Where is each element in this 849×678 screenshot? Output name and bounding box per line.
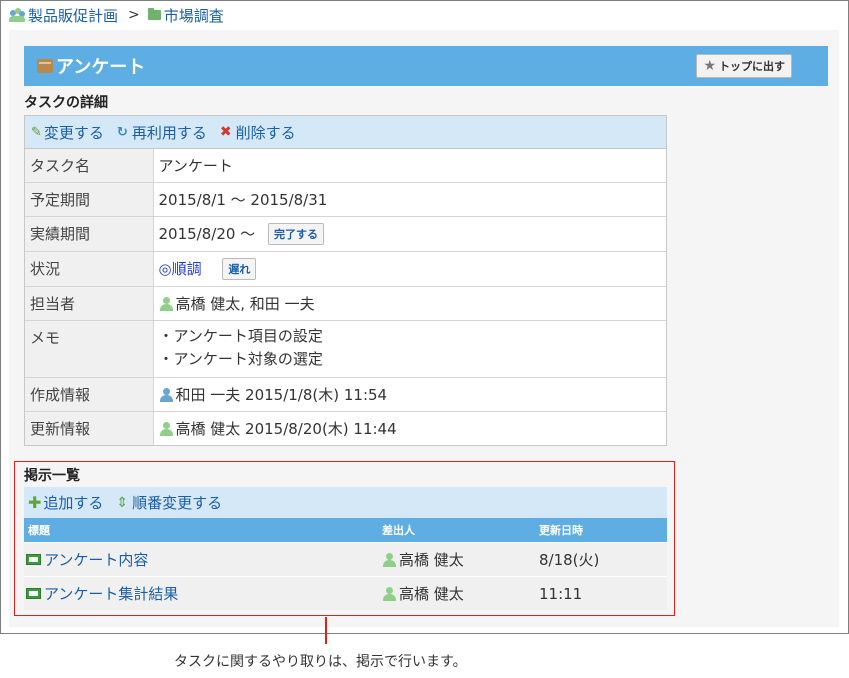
user-icon (159, 388, 173, 402)
memo-label: メモ (25, 320, 154, 378)
status-label: 状況 (25, 251, 154, 287)
task-action-bar: ✎ 変更する ↻ 再利用する ✖ 削除する (25, 116, 666, 149)
user-icon (159, 297, 173, 311)
delete-task-label: 削除する (235, 123, 296, 142)
actual-period-value: 2015/8/20 〜 (158, 225, 256, 243)
topic-updated: 8/18(火) (539, 551, 600, 569)
topic-icon (26, 554, 41, 565)
breadcrumb-separator: > (128, 7, 140, 23)
reuse-icon: ↻ (116, 124, 128, 140)
topic-updated: 11:11 (539, 584, 583, 603)
actual-period-cell: 2015/8/20 〜 完了する (153, 216, 666, 252)
memo-cell: ・アンケート項目の設定 ・アンケート対象の選定 (153, 320, 666, 378)
reorder-label: 順番変更する (132, 494, 223, 512)
breadcrumb: 製品販促計画 > 市場調査 (9, 4, 224, 26)
callout-line (325, 617, 327, 644)
status-row: 状況 ◎順調 遅れ (25, 251, 666, 287)
delayed-button[interactable]: 遅れ (222, 258, 257, 280)
memo-line-2: ・アンケート対象の選定 (158, 350, 323, 368)
topic-sender: 高橋 健太 (399, 585, 464, 603)
status-cell: ◎順調 遅れ (153, 251, 666, 287)
delete-icon: ✖ (219, 124, 232, 140)
pin-to-top-label: トップに出す (719, 60, 785, 73)
updated-cell: 高橋 健太 2015/8/20(木) 11:44 (153, 411, 666, 445)
task-detail-table: タスク名 アンケート 予定期間 2015/8/1 〜 2015/8/31 実績期… (25, 149, 666, 445)
reuse-task-label: 再利用する (131, 123, 207, 142)
caption-text: タスクに関するやり取りは、掲示で行います。 (174, 654, 467, 670)
task-box-icon (37, 59, 53, 73)
column-title[interactable]: 標題 (24, 522, 382, 538)
updated-value: 高橋 健太 2015/8/20(木) 11:44 (175, 420, 397, 438)
board-action-bar: ✚ 追加する ⇕ 順番変更する (24, 487, 667, 518)
assignee-label: 担当者 (25, 286, 154, 321)
board-list-title: 掲示一覧 (24, 468, 80, 484)
updated-label: 更新情報 (25, 411, 154, 445)
memo-line-1: ・アンケート項目の設定 (158, 327, 323, 345)
star-icon: ★ (703, 58, 716, 74)
task-detail-title: タスクの詳細 (24, 95, 108, 111)
edit-task-button[interactable]: ✎ 変更する (31, 122, 104, 143)
created-row: 作成情報 和田 一夫 2015/1/8(木) 11:54 (25, 377, 666, 412)
assignee-row: 担当者 高橋 健太, 和田 一夫 (25, 286, 666, 321)
delete-task-button[interactable]: ✖ 削除する (220, 122, 296, 143)
add-topic-button[interactable]: ✚ 追加する (28, 492, 103, 513)
created-value: 和田 一夫 2015/1/8(木) 11:54 (175, 386, 388, 404)
assignee-cell: 高橋 健太, 和田 一夫 (153, 286, 666, 321)
sort-icon: ⇕ (116, 494, 129, 511)
topic-title-link[interactable]: アンケート内容 (44, 549, 148, 570)
pin-to-top-button[interactable]: ★ トップに出す (696, 54, 792, 78)
task-header: アンケート ★ トップに出す (24, 46, 828, 86)
assignee-value: 高橋 健太, 和田 一夫 (175, 295, 315, 313)
plus-icon: ✚ (28, 493, 42, 512)
planned-period-label: 予定期間 (25, 182, 154, 217)
board-list: ✚ 追加する ⇕ 順番変更する 標題 差出人 更新日時 アンケート内容 高橋 健… (24, 487, 667, 610)
user-icon (159, 422, 173, 436)
folder-icon (147, 8, 161, 20)
table-row: アンケート集計結果 高橋 健太 11:11 (24, 576, 667, 610)
topic-title-cell: アンケート集計結果 (24, 583, 382, 604)
topic-sender-cell: 高橋 健太 (382, 549, 539, 570)
pencil-icon: ✎ (31, 124, 42, 140)
created-label: 作成情報 (25, 377, 154, 412)
user-icon (382, 552, 396, 567)
table-row: アンケート内容 高橋 健太 8/18(火) (24, 542, 667, 576)
task-name-label: タスク名 (25, 149, 154, 183)
actual-period-row: 実績期間 2015/8/20 〜 完了する (25, 216, 666, 252)
board-table-header: 標題 差出人 更新日時 (24, 518, 667, 542)
column-updated[interactable]: 更新日時 (539, 522, 667, 538)
actual-period-label: 実績期間 (25, 216, 154, 252)
topic-title-link[interactable]: アンケート集計結果 (44, 583, 178, 604)
topic-icon (26, 588, 41, 599)
user-icon (382, 586, 396, 601)
breadcrumb-folder-link[interactable]: 市場調査 (164, 5, 224, 26)
reuse-task-button[interactable]: ↻ 再利用する (117, 122, 207, 143)
reorder-button[interactable]: ⇕ 順番変更する (116, 492, 222, 513)
topic-title-cell: アンケート内容 (24, 549, 382, 570)
breadcrumb-space-link[interactable]: 製品販促計画 (28, 5, 118, 26)
edit-task-label: 変更する (43, 123, 104, 142)
column-sender[interactable]: 差出人 (382, 522, 539, 538)
add-topic-label: 追加する (43, 494, 104, 512)
topic-sender-cell: 高橋 健太 (382, 583, 539, 604)
memo-row: メモ ・アンケート項目の設定 ・アンケート対象の選定 (25, 320, 666, 378)
planned-period-value: 2015/8/1 〜 2015/8/31 (153, 182, 666, 217)
topic-sender: 高橋 健太 (399, 551, 464, 569)
people-icon (9, 8, 26, 22)
created-cell: 和田 一夫 2015/1/8(木) 11:54 (153, 377, 666, 412)
task-detail-panel: ✎ 変更する ↻ 再利用する ✖ 削除する タスク名 アンケート 予定期間 20… (24, 115, 667, 446)
planned-period-row: 予定期間 2015/8/1 〜 2015/8/31 (25, 182, 666, 217)
page-title: アンケート (56, 57, 146, 78)
updated-row: 更新情報 高橋 健太 2015/8/20(木) 11:44 (25, 411, 666, 445)
complete-button[interactable]: 完了する (267, 223, 324, 245)
task-name-row: タスク名 アンケート (25, 149, 666, 183)
status-value: ◎順調 (158, 260, 202, 278)
task-name-value: アンケート (158, 157, 233, 175)
